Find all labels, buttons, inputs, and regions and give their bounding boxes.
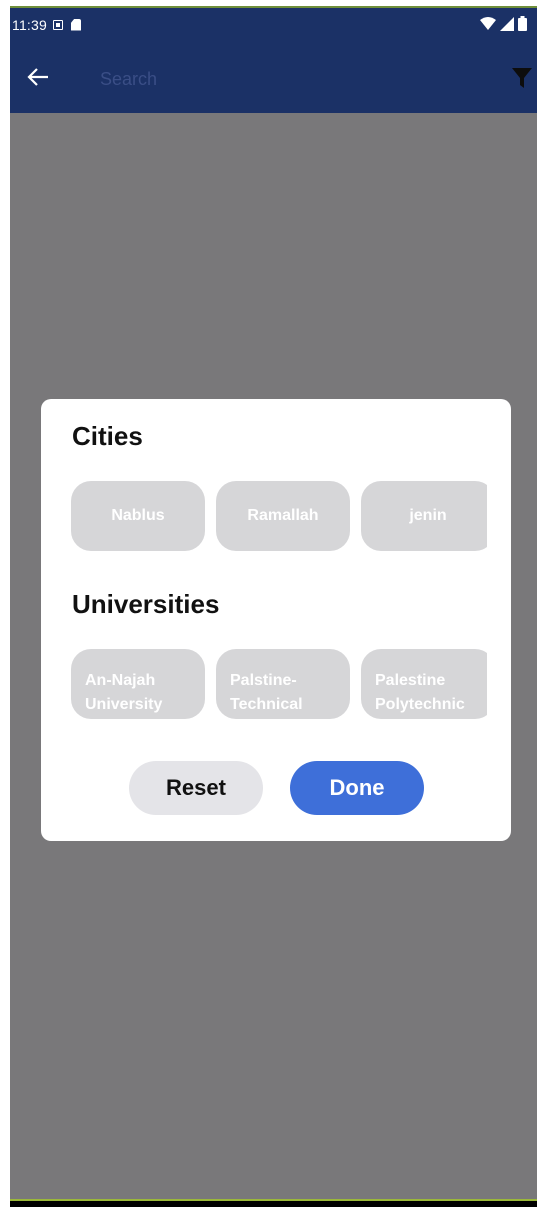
app-bar <box>10 41 537 113</box>
cities-title: Cities <box>72 421 143 451</box>
university-chip-an-najah[interactable]: An-Najah University <box>71 649 205 719</box>
wifi-icon <box>480 16 496 30</box>
cities-chip-row[interactable]: Nablus Ramallah jenin <box>71 481 487 551</box>
reset-button[interactable]: Reset <box>129 761 263 815</box>
city-chip-jenin[interactable]: jenin <box>361 481 487 551</box>
app-screen: 11:39 Cities Nablus Ramallah <box>10 8 537 1200</box>
status-bar: 11:39 <box>10 8 537 41</box>
sd-card-icon <box>71 18 81 31</box>
university-chip-palestine-technical[interactable]: Palstine-Technical <box>216 649 350 719</box>
arrow-left-icon[interactable] <box>24 63 52 91</box>
status-right-icons <box>480 16 527 31</box>
university-chip-palestine-polytechnic[interactable]: Palestine Polytechnic <box>361 649 487 719</box>
battery-icon <box>518 16 527 31</box>
filter-icon[interactable] <box>511 67 533 89</box>
universities-title: Universities <box>72 589 220 619</box>
done-button[interactable]: Done <box>290 761 424 815</box>
notification-icon <box>53 19 63 30</box>
search-input[interactable] <box>98 63 482 95</box>
navigation-bar <box>10 1199 537 1207</box>
city-chip-ramallah[interactable]: Ramallah <box>216 481 350 551</box>
universities-chip-row[interactable]: An-Najah University Palstine-Technical P… <box>71 649 487 719</box>
city-chip-nablus[interactable]: Nablus <box>71 481 205 551</box>
filter-dialog: Cities Nablus Ramallah jenin Universitie… <box>41 399 511 841</box>
status-time: 11:39 <box>12 16 47 33</box>
signal-icon <box>500 16 514 31</box>
